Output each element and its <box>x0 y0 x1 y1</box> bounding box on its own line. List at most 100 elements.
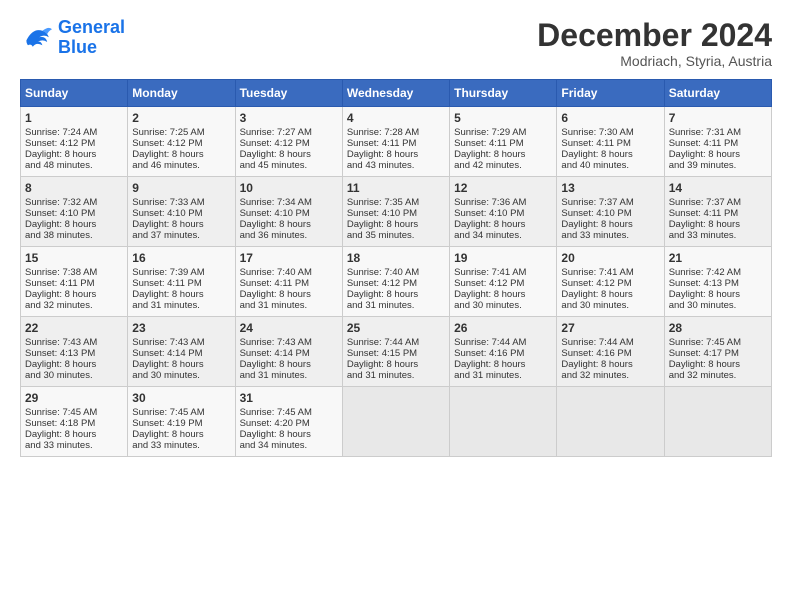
cell-line: Sunset: 4:11 PM <box>25 278 123 289</box>
cell-line: and 31 minutes. <box>240 300 338 311</box>
calendar-cell <box>342 387 449 457</box>
calendar-cell: 6Sunrise: 7:30 AMSunset: 4:11 PMDaylight… <box>557 107 664 177</box>
cell-line: and 30 minutes. <box>454 300 552 311</box>
day-number: 19 <box>454 251 552 265</box>
day-number: 9 <box>132 181 230 195</box>
cell-line: and 43 minutes. <box>347 160 445 171</box>
cell-line: Daylight: 8 hours <box>669 219 767 230</box>
cell-line: Daylight: 8 hours <box>561 289 659 300</box>
cell-line: and 30 minutes. <box>25 370 123 381</box>
day-number: 10 <box>240 181 338 195</box>
cell-line: Daylight: 8 hours <box>25 359 123 370</box>
day-header-friday: Friday <box>557 80 664 107</box>
cell-line: and 33 minutes. <box>25 440 123 451</box>
calendar-cell: 30Sunrise: 7:45 AMSunset: 4:19 PMDayligh… <box>128 387 235 457</box>
cell-line: Sunrise: 7:42 AM <box>669 267 767 278</box>
cell-line: Daylight: 8 hours <box>669 149 767 160</box>
cell-line: and 36 minutes. <box>240 230 338 241</box>
cell-line: Daylight: 8 hours <box>240 149 338 160</box>
cell-line: Sunset: 4:14 PM <box>240 348 338 359</box>
cell-line: Sunrise: 7:44 AM <box>561 337 659 348</box>
week-row-3: 15Sunrise: 7:38 AMSunset: 4:11 PMDayligh… <box>21 247 772 317</box>
month-title: December 2024 <box>537 18 772 53</box>
cell-line: Daylight: 8 hours <box>454 219 552 230</box>
cell-line: Daylight: 8 hours <box>347 289 445 300</box>
cell-line: Sunset: 4:10 PM <box>132 208 230 219</box>
day-number: 14 <box>669 181 767 195</box>
cell-line: Sunrise: 7:36 AM <box>454 197 552 208</box>
cell-line: and 30 minutes. <box>561 300 659 311</box>
cell-line: Daylight: 8 hours <box>132 359 230 370</box>
day-number: 28 <box>669 321 767 335</box>
cell-line: Sunset: 4:10 PM <box>347 208 445 219</box>
calendar-cell: 27Sunrise: 7:44 AMSunset: 4:16 PMDayligh… <box>557 317 664 387</box>
cell-line: and 33 minutes. <box>132 440 230 451</box>
cell-line: Sunrise: 7:35 AM <box>347 197 445 208</box>
cell-line: Sunset: 4:17 PM <box>669 348 767 359</box>
calendar-cell: 20Sunrise: 7:41 AMSunset: 4:12 PMDayligh… <box>557 247 664 317</box>
calendar-cell: 25Sunrise: 7:44 AMSunset: 4:15 PMDayligh… <box>342 317 449 387</box>
day-number: 7 <box>669 111 767 125</box>
cell-line: Sunrise: 7:31 AM <box>669 127 767 138</box>
calendar-cell: 5Sunrise: 7:29 AMSunset: 4:11 PMDaylight… <box>450 107 557 177</box>
cell-line: Sunset: 4:11 PM <box>669 208 767 219</box>
cell-line: Sunset: 4:12 PM <box>454 278 552 289</box>
cell-line: and 32 minutes. <box>561 370 659 381</box>
cell-line: Daylight: 8 hours <box>132 219 230 230</box>
day-number: 4 <box>347 111 445 125</box>
cell-line: Sunset: 4:11 PM <box>132 278 230 289</box>
calendar-cell: 15Sunrise: 7:38 AMSunset: 4:11 PMDayligh… <box>21 247 128 317</box>
header-row: SundayMondayTuesdayWednesdayThursdayFrid… <box>21 80 772 107</box>
cell-line: Daylight: 8 hours <box>132 149 230 160</box>
calendar-table: SundayMondayTuesdayWednesdayThursdayFrid… <box>20 79 772 457</box>
cell-line: Sunset: 4:10 PM <box>561 208 659 219</box>
cell-line: and 45 minutes. <box>240 160 338 171</box>
cell-line: and 37 minutes. <box>132 230 230 241</box>
cell-line: Sunrise: 7:32 AM <box>25 197 123 208</box>
cell-line: Sunset: 4:14 PM <box>132 348 230 359</box>
calendar-cell: 21Sunrise: 7:42 AMSunset: 4:13 PMDayligh… <box>664 247 771 317</box>
calendar-cell: 3Sunrise: 7:27 AMSunset: 4:12 PMDaylight… <box>235 107 342 177</box>
cell-line: Sunrise: 7:41 AM <box>561 267 659 278</box>
calendar-cell: 11Sunrise: 7:35 AMSunset: 4:10 PMDayligh… <box>342 177 449 247</box>
calendar-cell <box>664 387 771 457</box>
calendar-body: 1Sunrise: 7:24 AMSunset: 4:12 PMDaylight… <box>21 107 772 457</box>
cell-line: and 30 minutes. <box>132 370 230 381</box>
cell-line: Sunrise: 7:30 AM <box>561 127 659 138</box>
calendar-cell: 13Sunrise: 7:37 AMSunset: 4:10 PMDayligh… <box>557 177 664 247</box>
cell-line: Sunrise: 7:24 AM <box>25 127 123 138</box>
cell-line: Daylight: 8 hours <box>347 359 445 370</box>
cell-line: Daylight: 8 hours <box>132 289 230 300</box>
day-number: 15 <box>25 251 123 265</box>
calendar-cell: 23Sunrise: 7:43 AMSunset: 4:14 PMDayligh… <box>128 317 235 387</box>
header: General Blue December 2024 Modriach, Sty… <box>20 18 772 69</box>
cell-line: Daylight: 8 hours <box>454 289 552 300</box>
cell-line: and 42 minutes. <box>454 160 552 171</box>
calendar-cell <box>557 387 664 457</box>
cell-line: and 33 minutes. <box>669 230 767 241</box>
cell-line: and 31 minutes. <box>454 370 552 381</box>
cell-line: Daylight: 8 hours <box>25 149 123 160</box>
calendar-cell <box>450 387 557 457</box>
calendar-cell: 26Sunrise: 7:44 AMSunset: 4:16 PMDayligh… <box>450 317 557 387</box>
cell-line: Sunset: 4:12 PM <box>25 138 123 149</box>
cell-line: Sunrise: 7:37 AM <box>669 197 767 208</box>
cell-line: Daylight: 8 hours <box>561 149 659 160</box>
cell-line: Daylight: 8 hours <box>240 289 338 300</box>
cell-line: Daylight: 8 hours <box>669 289 767 300</box>
cell-line: Daylight: 8 hours <box>454 149 552 160</box>
calendar-cell: 29Sunrise: 7:45 AMSunset: 4:18 PMDayligh… <box>21 387 128 457</box>
calendar-cell: 4Sunrise: 7:28 AMSunset: 4:11 PMDaylight… <box>342 107 449 177</box>
cell-line: Sunset: 4:10 PM <box>240 208 338 219</box>
day-header-thursday: Thursday <box>450 80 557 107</box>
calendar-cell: 10Sunrise: 7:34 AMSunset: 4:10 PMDayligh… <box>235 177 342 247</box>
cell-line: Sunrise: 7:45 AM <box>25 407 123 418</box>
cell-line: Sunrise: 7:39 AM <box>132 267 230 278</box>
cell-line: and 31 minutes. <box>240 370 338 381</box>
cell-line: Daylight: 8 hours <box>561 359 659 370</box>
cell-line: and 31 minutes. <box>132 300 230 311</box>
cell-line: Sunset: 4:16 PM <box>561 348 659 359</box>
calendar-cell: 24Sunrise: 7:43 AMSunset: 4:14 PMDayligh… <box>235 317 342 387</box>
cell-line: Sunrise: 7:27 AM <box>240 127 338 138</box>
day-number: 30 <box>132 391 230 405</box>
